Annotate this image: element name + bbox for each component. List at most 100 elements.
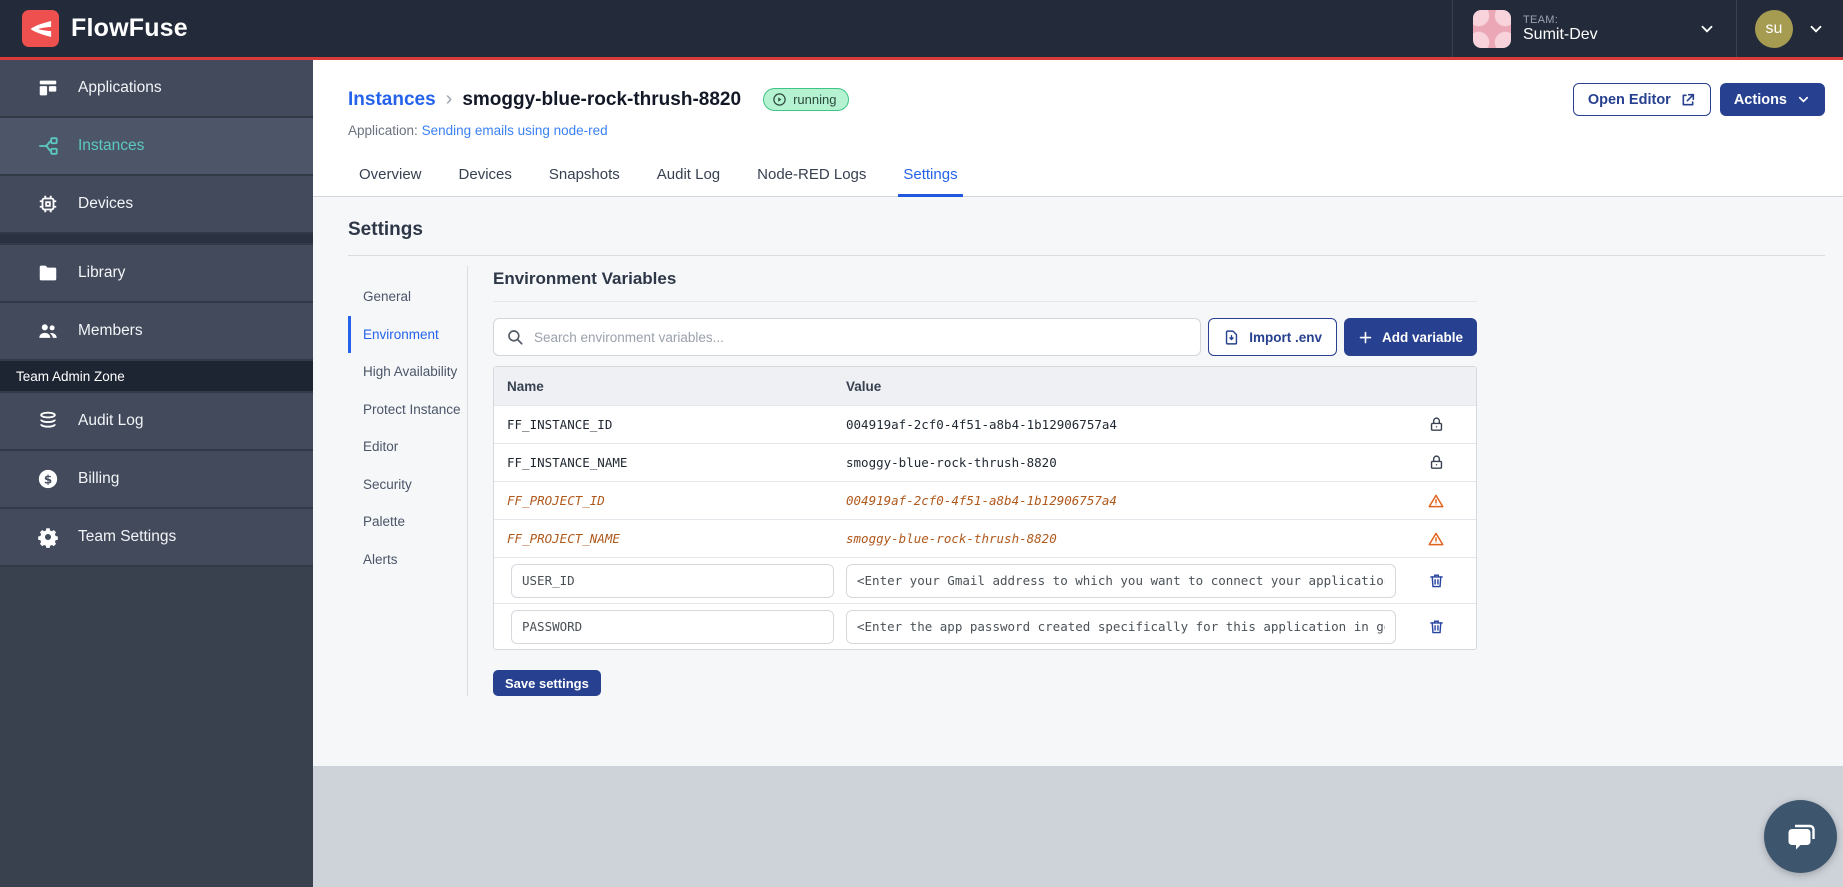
column-header-name: Name	[507, 378, 544, 394]
instance-tabs: Overview Devices Snapshots Audit Log Nod…	[348, 166, 1825, 197]
brand-name: FlowFuse	[71, 14, 188, 42]
env-toolbar: Import .env Add variable	[493, 318, 1477, 356]
actions-label: Actions	[1733, 91, 1787, 108]
env-name-input[interactable]	[511, 609, 834, 644]
sidebar-item-billing[interactable]: $ Billing	[0, 451, 313, 507]
status-badge-label: running	[793, 92, 837, 107]
status-badge: running	[763, 88, 850, 111]
table-row: FF_PROJECT_ID 004919af-2cf0-4f51-a8b4-1b…	[494, 481, 1476, 519]
settings-nav-general[interactable]: General	[348, 278, 467, 316]
search-box	[493, 318, 1202, 356]
env-value-input[interactable]	[846, 609, 1396, 644]
application-link[interactable]: Sending emails using node-red	[422, 123, 608, 138]
sidebar-item-label: Instances	[78, 137, 145, 154]
svg-text:$: $	[44, 473, 52, 487]
sidebar-filler	[0, 567, 313, 887]
settings-nav-security[interactable]: Security	[348, 466, 467, 504]
settings-nav-high-availability[interactable]: High Availability	[348, 353, 467, 391]
flowfuse-logo-icon	[22, 10, 59, 47]
sidebar-item-library[interactable]: Library	[0, 245, 313, 301]
sidebar-item-label: Audit Log	[78, 412, 144, 429]
team-selector[interactable]: TEAM: Sumit-Dev	[1453, 0, 1736, 57]
team-avatar	[1473, 9, 1511, 48]
settings-nav-environment[interactable]: Environment	[348, 315, 467, 354]
env-value-input[interactable]	[846, 563, 1396, 598]
application-label: Application:	[348, 123, 418, 138]
table-row	[494, 603, 1476, 649]
import-file-icon	[1226, 329, 1238, 345]
navbar-right: TEAM: Sumit-Dev su	[1452, 0, 1843, 57]
env-name: FF_PROJECT_ID	[507, 493, 605, 508]
sidebar-item-label: Devices	[78, 195, 134, 212]
settings-nav-alerts[interactable]: Alerts	[348, 541, 467, 579]
applications-icon	[39, 80, 57, 96]
user-menu[interactable]: su	[1737, 0, 1843, 57]
top-navbar: FlowFuse TEAM: Sumit-Dev su	[0, 0, 1843, 60]
add-variable-button[interactable]: Add variable	[1343, 318, 1477, 356]
save-settings-button[interactable]: Save settings	[493, 670, 601, 696]
env-value: 004919af-2cf0-4f51-a8b4-1b12906757a4	[846, 417, 1117, 432]
tab-devices[interactable]: Devices	[454, 166, 517, 197]
page-title: Settings	[348, 219, 423, 240]
brand[interactable]: FlowFuse	[0, 10, 188, 47]
settings-nav-editor[interactable]: Editor	[348, 428, 467, 466]
sidebar-section-team-admin-zone: Team Admin Zone	[0, 361, 313, 391]
warning-icon	[1428, 494, 1444, 507]
settings-nav-palette[interactable]: Palette	[348, 503, 467, 541]
env-variables-table: Name Value FF_INSTANCE_ID 004919af-2cf0-…	[493, 366, 1477, 650]
tab-snapshots[interactable]: Snapshots	[544, 166, 625, 197]
billing-icon: $	[38, 469, 58, 489]
tab-audit-log[interactable]: Audit Log	[652, 166, 725, 197]
sidebar-section-gap	[0, 234, 313, 243]
sidebar-item-label: Applications	[78, 79, 162, 96]
footer-band	[313, 766, 1843, 887]
env-value: 004919af-2cf0-4f51-a8b4-1b12906757a4	[846, 493, 1117, 508]
title-divider	[348, 255, 1825, 256]
sidebar-item-team-settings[interactable]: Team Settings	[0, 509, 313, 565]
open-editor-label: Open Editor	[1587, 91, 1671, 108]
gear-icon	[38, 528, 58, 548]
settings-nav-protect-instance[interactable]: Protect Instance	[348, 391, 467, 429]
actions-button[interactable]: Actions	[1719, 83, 1825, 116]
sidebar: Applications Instances Devices Library M…	[0, 60, 313, 887]
sidebar-item-members[interactable]: Members	[0, 303, 313, 359]
table-row	[494, 557, 1476, 603]
plus-icon	[1359, 331, 1372, 343]
sidebar-item-label: Library	[78, 264, 126, 281]
chevron-down-icon	[1810, 25, 1822, 33]
chat-bubbles-icon	[1788, 824, 1815, 849]
sidebar-item-applications[interactable]: Applications	[0, 60, 313, 116]
import-env-label: Import .env	[1249, 329, 1322, 345]
env-name-input[interactable]	[511, 563, 834, 598]
add-variable-label: Add variable	[1381, 329, 1463, 345]
settings-nav: General Environment High Availability Pr…	[348, 266, 468, 696]
page-header: Instances › smoggy-blue-rock-thrush-8820…	[313, 60, 1843, 197]
team-name: Sumit-Dev	[1523, 25, 1598, 43]
sidebar-item-devices[interactable]: Devices	[0, 176, 313, 232]
sidebar-item-label: Members	[78, 322, 143, 339]
table-row: FF_INSTANCE_NAME smoggy-blue-rock-thrush…	[494, 443, 1476, 481]
chevron-down-icon	[1701, 25, 1713, 33]
tab-settings[interactable]: Settings	[898, 166, 963, 197]
env-value: smoggy-blue-rock-thrush-8820	[846, 531, 1057, 546]
sidebar-item-label: Billing	[78, 470, 120, 487]
import-env-button[interactable]: Import .env	[1208, 318, 1337, 356]
sidebar-item-instances[interactable]: Instances	[0, 118, 313, 174]
sidebar-item-audit-log[interactable]: Audit Log	[0, 393, 313, 449]
team-text: TEAM: Sumit-Dev	[1523, 14, 1686, 44]
trash-icon[interactable]	[1428, 618, 1445, 635]
breadcrumb-instances-link[interactable]: Instances	[348, 89, 436, 111]
chevron-down-icon	[1798, 96, 1809, 103]
chat-widget-button[interactable]	[1764, 800, 1837, 873]
table-row: FF_INSTANCE_ID 004919af-2cf0-4f51-a8b4-1…	[494, 405, 1476, 443]
column-header-value: Value	[846, 378, 882, 394]
trash-icon[interactable]	[1428, 572, 1445, 589]
environment-section: Environment Variables Import .env	[468, 266, 1477, 696]
search-icon	[508, 330, 523, 345]
external-link-icon	[1682, 93, 1694, 105]
tab-node-red-logs[interactable]: Node-RED Logs	[752, 166, 871, 197]
tab-overview[interactable]: Overview	[354, 166, 427, 197]
open-editor-button[interactable]: Open Editor	[1572, 83, 1711, 116]
search-input[interactable]	[534, 329, 1189, 345]
devices-icon	[39, 195, 57, 213]
